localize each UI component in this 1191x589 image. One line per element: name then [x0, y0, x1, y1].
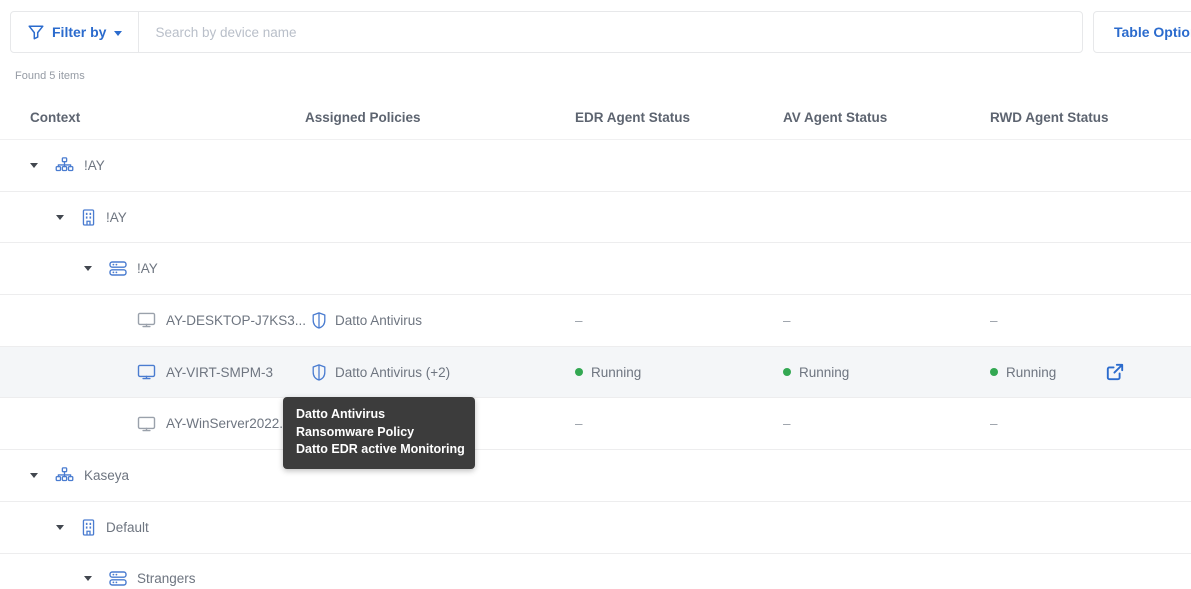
column-header-assigned-policies: Assigned Policies [305, 110, 421, 125]
server-stack-icon [109, 261, 127, 276]
shield-icon [312, 312, 326, 329]
devices-table: Context Assigned Policies EDR Agent Stat… [0, 96, 1191, 589]
filter-by-label: Filter by [52, 24, 107, 40]
av-status-value: – [783, 312, 791, 328]
rwd-status-value: – [990, 312, 998, 328]
column-header-edr-agent-status: EDR Agent Status [575, 110, 691, 125]
site-label: Default [106, 519, 149, 535]
chevron-down-icon [114, 30, 123, 36]
rwd-status-value: Running [1006, 364, 1057, 380]
table-row-organization[interactable]: Kaseya [0, 450, 1191, 502]
table-row-organization[interactable]: !AY [0, 140, 1191, 192]
status-dot-green [990, 368, 998, 377]
status-dot-green [575, 368, 583, 377]
table-row-device[interactable]: AY-WinServer2022... – – – [0, 398, 1191, 451]
column-header-av-agent-status: AV Agent Status [783, 110, 888, 125]
table-header-row: Context Assigned Policies EDR Agent Stat… [0, 96, 1191, 140]
collapse-caret-icon[interactable] [84, 576, 92, 582]
assigned-policies-tooltip: Datto Antivirus Ransomware Policy Datto … [283, 397, 475, 469]
server-stack-icon [109, 571, 127, 587]
sitemap-icon [55, 467, 74, 484]
edr-status-value: – [575, 312, 583, 328]
table-row-group[interactable]: !AY [0, 243, 1191, 296]
monitor-icon [137, 364, 156, 380]
site-label: !AY [106, 209, 127, 225]
collapse-caret-icon[interactable] [30, 472, 38, 478]
search-input[interactable] [139, 12, 1082, 52]
table-row-site[interactable]: !AY [0, 191, 1191, 244]
column-header-rwd-agent-status: RWD Agent Status [990, 110, 1109, 125]
monitor-icon [137, 416, 156, 432]
table-row-device[interactable]: AY-DESKTOP-J7KS3... Datto Antivirus – – … [0, 295, 1191, 347]
group-label: Strangers [137, 571, 196, 587]
assigned-policy-label: Datto Antivirus [335, 312, 423, 328]
device-management-page: Filter by Table Options Found 5 items Co… [0, 0, 1191, 589]
table-row-device-selected[interactable]: AY-VIRT-SMPM-3 Datto Antivirus (+2) Runn… [0, 346, 1191, 399]
av-status-value: – [783, 416, 791, 432]
group-label: !AY [137, 261, 158, 277]
monitor-icon [137, 312, 156, 328]
external-link-icon[interactable] [1105, 362, 1125, 382]
column-header-context: Context [30, 110, 81, 125]
device-name: AY-WinServer2022... [166, 416, 291, 432]
found-items-count: Found 5 items [15, 70, 85, 82]
filter-search-bar: Filter by [10, 11, 1083, 53]
sitemap-icon [55, 157, 74, 174]
shield-icon [312, 363, 326, 381]
tooltip-policy-line: Ransomware Policy [296, 424, 415, 439]
collapse-caret-icon[interactable] [84, 266, 92, 272]
device-name: AY-VIRT-SMPM-3 [166, 364, 274, 380]
rwd-status-value: – [990, 416, 998, 432]
funnel-icon [28, 24, 44, 40]
edr-status-value: Running [591, 364, 642, 380]
collapse-caret-icon[interactable] [56, 524, 64, 530]
table-row-group[interactable]: Strangers [0, 553, 1191, 589]
collapse-caret-icon[interactable] [30, 162, 38, 168]
organization-label: !AY [84, 157, 105, 173]
building-icon [81, 519, 96, 536]
tooltip-policy-line: Datto Antivirus [296, 407, 386, 421]
table-row-site[interactable]: Default [0, 501, 1191, 554]
organization-label: Kaseya [84, 467, 130, 483]
edr-status-value: – [575, 416, 583, 432]
tooltip-policy-line: Datto EDR active Monitoring [296, 442, 465, 456]
filter-by-button[interactable]: Filter by [11, 12, 140, 52]
table-options-button[interactable]: Table Options [1093, 11, 1191, 53]
status-dot-green [783, 368, 791, 377]
av-status-value: Running [799, 364, 850, 380]
building-icon [81, 208, 96, 226]
collapse-caret-icon[interactable] [56, 214, 64, 220]
device-name: AY-DESKTOP-J7KS3... [166, 312, 307, 328]
assigned-policy-label: Datto Antivirus (+2) [335, 364, 451, 380]
